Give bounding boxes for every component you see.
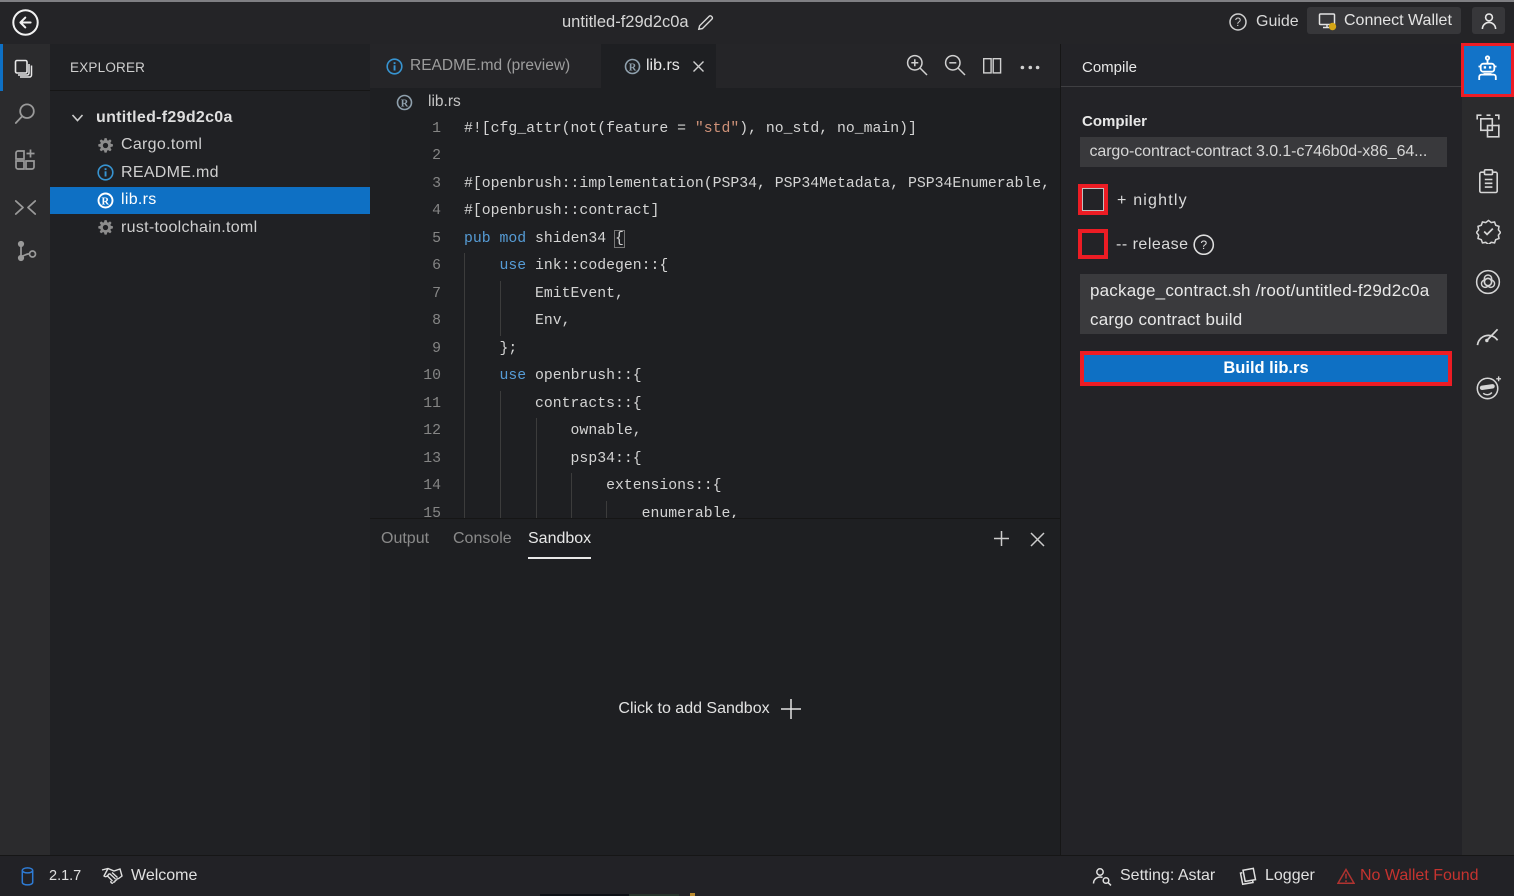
svg-text:R: R	[629, 62, 637, 73]
svg-text:?: ?	[1200, 237, 1207, 251]
svg-text:R: R	[401, 98, 409, 109]
svg-text:R: R	[102, 196, 110, 207]
svg-text:?: ?	[1235, 17, 1241, 29]
